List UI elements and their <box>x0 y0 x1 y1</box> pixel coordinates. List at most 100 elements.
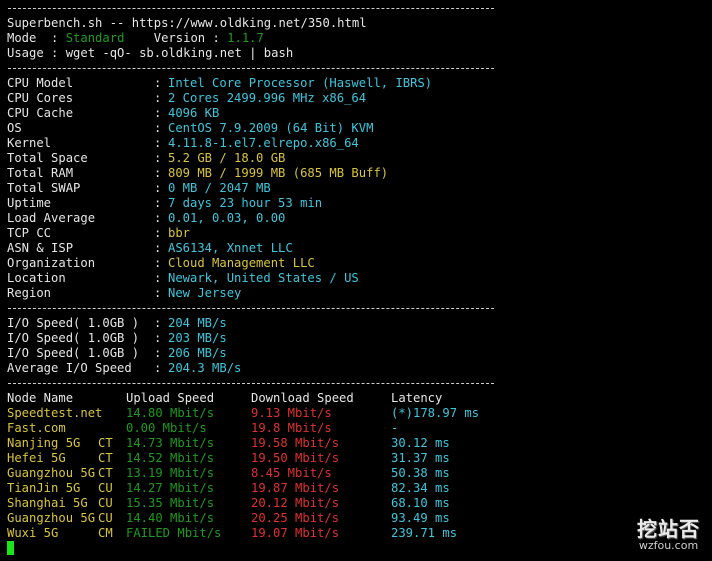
speedtest-isp: CT <box>98 451 113 465</box>
speedtest-node: Fast.com <box>7 421 66 435</box>
version-label: Version : <box>124 31 228 45</box>
io-speed-key: I/O Speed( 1.0GB ) <box>7 316 140 330</box>
sysinfo-row: ASN & ISP: AS6134, Xnnet LLC <box>7 241 712 256</box>
speedtest-download: 9.13 Mbit/s <box>251 406 332 420</box>
speedtest-rows: Speedtest.net 14.80 Mbit/s 9.13 Mbit/s (*)1… <box>7 406 712 541</box>
speedtest-row: Nanjing 5G CT 14.73 Mbit/s 19.58 Mbit/s 30.1… <box>7 436 712 451</box>
speedtest-download: 19.07 Mbit/s <box>251 526 340 540</box>
sysinfo-row: Total Space:5.2 GB / 18.0 GB <box>7 151 712 166</box>
speedtest-isp: CU <box>98 511 113 525</box>
sysinfo-key: Region <box>7 286 52 300</box>
speedtest-row: Fast.com 0.00 Mbit/s 19.8 Mbit/s - <box>7 421 712 436</box>
sysinfo-colon: : <box>154 286 162 300</box>
speedtest-download: 8.45 Mbit/s <box>251 466 332 480</box>
watermark-url: wzfou.com <box>638 539 699 552</box>
sysinfo-row: Total SWAP:0 MB / 2047 MB <box>7 181 712 196</box>
sysinfo-key: Uptime <box>7 196 52 210</box>
sysinfo-value: 5.2 GB / 18.0 GB <box>168 151 286 165</box>
sysinfo-row: CPU Cache:4096 KB <box>7 106 712 121</box>
mode-label: Mode : <box>7 31 66 45</box>
io-speed-key: I/O Speed( 1.0GB ) <box>7 331 140 345</box>
sysinfo-colon: : <box>154 151 162 165</box>
sysinfo-row: Location: Newark, United States / US <box>7 271 712 286</box>
terminal-output: Superbench.sh -- https://www.oldking.net… <box>7 1 712 541</box>
sysinfo-key: ASN & ISP <box>7 241 74 255</box>
sysinfo-value: New Jersey <box>168 286 242 300</box>
sysinfo-key: Total Space <box>7 151 88 165</box>
io-speed-row: I/O Speed( 1.0GB ):203 MB/s <box>7 331 712 346</box>
sysinfo-value: 2 Cores 2499.996 MHz x86_64 <box>168 91 367 105</box>
speedtest-latency: 30.12 ms <box>391 436 450 450</box>
sysinfo-row: CPU Model: Intel Core Processor (Haswell,… <box>7 76 712 91</box>
usage-line: Usage : wget -qO- sb.oldking.net | bash <box>7 46 294 60</box>
watermark-logo: 挖站否 wzfou.com <box>637 517 700 553</box>
sysinfo-row: TCP CC: bbr <box>7 226 712 241</box>
speedtest-upload: FAILED Mbit/s <box>126 526 222 540</box>
sysinfo-row: Total RAM:809 MB / 1999 MB (685 MB Buff) <box>7 166 712 181</box>
sysinfo-colon: : <box>154 256 162 270</box>
speedtest-latency: - <box>391 421 399 435</box>
sysinfo-row: Organization: Cloud Management LLC <box>7 256 712 271</box>
io-speed-value: 204.3 MB/s <box>168 361 242 375</box>
speedtest-node: TianJin 5G <box>7 481 81 495</box>
sysinfo-value: bbr <box>168 226 191 240</box>
speedtest-latency: 50.38 ms <box>391 466 450 480</box>
col-header-node: Node Name <box>7 391 74 405</box>
speedtest-node: Wuxi 5G <box>7 526 59 540</box>
sysinfo-key: Load Average <box>7 211 96 225</box>
speedtest-row: Guangzhou 5G CT 13.19 Mbit/s 8.45 Mbit/s 50.… <box>7 466 712 481</box>
speedtest-latency: 68.10 ms <box>391 496 450 510</box>
sysinfo-key: Location <box>7 271 66 285</box>
sysinfo-row: Load Average:0.01, 0.03, 0.00 <box>7 211 712 226</box>
speedtest-upload: 0.00 Mbit/s <box>126 421 207 435</box>
speedtest-latency: (*)178.97 ms <box>391 406 480 420</box>
col-header-download: Download Speed <box>251 391 354 405</box>
sysinfo-key: Total SWAP <box>7 181 81 195</box>
sysinfo-value: 809 MB / 1999 MB (685 MB Buff) <box>168 166 389 180</box>
io-speed-colon: : <box>154 331 162 345</box>
sysinfo-key: Kernel <box>7 136 52 150</box>
speedtest-row: Guangzhou 5G CU 14.40 Mbit/s 20.25 Mbit/s 93… <box>7 511 712 526</box>
sysinfo-value: 7 days 23 hour 53 min <box>168 196 323 210</box>
speedtest-upload: 15.35 Mbit/s <box>126 496 215 510</box>
sysinfo-colon: : <box>154 76 162 90</box>
separator-line <box>7 61 712 76</box>
sysinfo-colon: : <box>154 196 162 210</box>
speedtest-row: Wuxi 5G CM FAILED Mbit/s 19.07 Mbit/s 239.71… <box>7 526 712 541</box>
sysinfo-row: Uptime:7 days 23 hour 53 min <box>7 196 712 211</box>
speedtest-download: 20.25 Mbit/s <box>251 511 340 525</box>
sysinfo-colon: : <box>154 226 162 240</box>
sysinfo-colon: : <box>154 166 162 180</box>
speedtest-node: Guangzhou 5G <box>7 466 96 480</box>
speedtest-download: 19.50 Mbit/s <box>251 451 340 465</box>
sysinfo-value: Newark, United States / US <box>168 271 359 285</box>
sysinfo-row: Region: New Jersey <box>7 286 712 301</box>
sysinfo-value: 0.01, 0.03, 0.00 <box>168 211 286 225</box>
speedtest-download: 20.12 Mbit/s <box>251 496 340 510</box>
speedtest-node: Shanghai 5G <box>7 496 88 510</box>
io-speed-row: Average I/O Speed:204.3 MB/s <box>7 361 712 376</box>
io-speed-colon: : <box>154 316 162 330</box>
sysinfo-key: Total RAM <box>7 166 74 180</box>
watermark-name: 挖站否 <box>637 517 700 541</box>
speedtest-isp: CT <box>98 436 113 450</box>
sysinfo-value: 4.11.8-1.el7.elrepo.x86_64 <box>168 136 359 150</box>
speedtest-node: Hefei 5G <box>7 451 66 465</box>
sysinfo-value: 4096 KB <box>168 106 220 120</box>
speedtest-upload: 14.27 Mbit/s <box>126 481 215 495</box>
sysinfo-value: Cloud Management LLC <box>168 256 315 270</box>
speedtest-isp: CM <box>98 526 113 540</box>
speedtest-latency: 82.34 ms <box>391 481 450 495</box>
sysinfo-colon: : <box>154 91 162 105</box>
terminal-cursor <box>7 541 14 555</box>
speedtest-isp: CT <box>98 466 113 480</box>
speedtest-upload: 14.80 Mbit/s <box>126 406 215 420</box>
speedtest-header-row: Node Name Upload Speed Download Speed La… <box>7 391 712 406</box>
separator-line <box>7 301 712 316</box>
sysinfo-row: Kernel:4.11.8-1.el7.elrepo.x86_64 <box>7 136 712 151</box>
speedtest-upload: 14.73 Mbit/s <box>126 436 215 450</box>
sysinfo-value: 0 MB / 2047 MB <box>168 181 271 195</box>
sysinfo-key: TCP CC <box>7 226 52 240</box>
terminal-window[interactable]: Superbench.sh -- https://www.oldking.net… <box>0 0 712 561</box>
sysinfo-colon: : <box>154 271 162 285</box>
